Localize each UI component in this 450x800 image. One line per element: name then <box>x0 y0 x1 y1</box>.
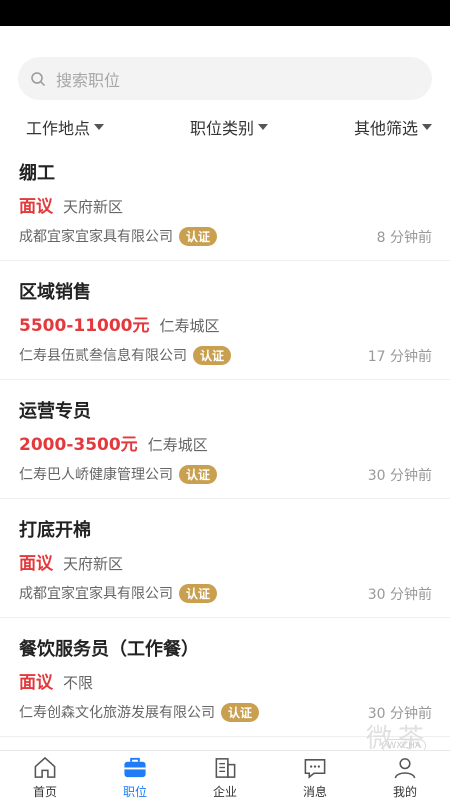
job-card[interactable]: 运营专员 2000-3500元 仁寿城区 仁寿巴人峤健康管理公司 认证 30 分钟前 <box>0 380 450 499</box>
job-time: 30 分钟前 <box>367 587 432 603</box>
status-bar <box>0 0 450 26</box>
job-list: 绷工 面议 天府新区 成都宜家宜家具有限公司 认证 8 分钟前 区域销售 5500-… <box>0 142 450 737</box>
job-company: 成都宜家宜家具有限公司 认证 <box>19 583 218 603</box>
job-district: 天府新区 <box>63 555 124 573</box>
verified-badge: 认证 <box>221 702 260 722</box>
search-placeholder: 搜索职位 <box>56 70 121 90</box>
job-company: 仁寿县伍贰叁信息有限公司 认证 <box>19 345 232 365</box>
dropdown-arrow-icon <box>94 124 105 130</box>
job-company: 仁寿创森文化旅游发展有限公司 认证 <box>19 702 260 722</box>
job-salary: 面议 天府新区 <box>19 554 124 574</box>
job-salary: 面议 天府新区 <box>19 197 124 217</box>
filter-bar: 工作地点 职位类别 其他筛选 <box>0 112 450 142</box>
filter-category[interactable]: 职位类别 <box>190 112 268 142</box>
tab-messages[interactable]: 消息 <box>270 751 360 800</box>
job-district: 不限 <box>63 674 94 692</box>
job-district: 仁寿城区 <box>159 317 220 335</box>
job-title: 餐饮服务员（工作餐） <box>19 639 199 660</box>
filter-label: 职位类别 <box>189 119 254 138</box>
tab-company[interactable]: 企业 <box>180 751 270 800</box>
home-icon <box>34 756 56 778</box>
user-icon <box>394 758 416 779</box>
job-card[interactable]: 打底开棉 面议 天府新区 成都宜家宜家具有限公司 认证 30 分钟前 <box>0 499 450 618</box>
verified-badge: 认证 <box>179 464 218 484</box>
verified-badge: 认证 <box>179 583 218 603</box>
verified-badge: 认证 <box>193 345 232 365</box>
briefcase-icon <box>124 757 146 778</box>
job-time: 17 分钟前 <box>367 349 432 365</box>
tab-home[interactable]: 首页 <box>0 751 90 800</box>
job-salary: 面议 不限 <box>19 673 94 693</box>
job-company: 仁寿巴人峤健康管理公司 认证 <box>19 464 218 484</box>
building-icon <box>215 758 236 778</box>
job-company: 成都宜家宜家具有限公司 认证 <box>19 226 218 246</box>
message-icon <box>304 759 326 779</box>
bottom-tab-bar: 首页 职位 企业 消息 我的 <box>0 750 450 800</box>
job-title: 运营专员 <box>19 401 91 422</box>
job-title: 打底开棉 <box>19 520 91 541</box>
verified-badge: 认证 <box>179 226 218 246</box>
job-card[interactable]: 绷工 面议 天府新区 成都宜家宜家具有限公司 认证 8 分钟前 <box>0 142 450 261</box>
filter-label: 工作地点 <box>26 119 91 138</box>
job-district: 天府新区 <box>63 198 124 216</box>
filter-other[interactable]: 其他筛选 <box>354 112 432 142</box>
job-time: 8 分钟前 <box>376 230 432 246</box>
tab-label: 消息 <box>302 785 327 799</box>
tab-profile[interactable]: 我的 <box>360 751 450 800</box>
job-salary: 2000-3500元 仁寿城区 <box>19 435 208 455</box>
search-icon <box>31 71 46 86</box>
job-district: 仁寿城区 <box>147 436 208 454</box>
job-salary: 5500-11000元 仁寿城区 <box>19 316 220 336</box>
filter-location[interactable]: 工作地点 <box>26 112 105 142</box>
job-title: 绷工 <box>19 163 55 184</box>
filter-label: 其他筛选 <box>353 119 418 138</box>
job-card[interactable]: 区域销售 5500-11000元 仁寿城区 仁寿县伍贰叁信息有限公司 认证 17 分… <box>0 261 450 380</box>
dropdown-arrow-icon <box>421 124 432 130</box>
search-input[interactable]: 搜索职位 <box>18 57 432 100</box>
tab-jobs[interactable]: 职位 <box>90 751 180 800</box>
job-title: 区域销售 <box>19 282 91 303</box>
tab-label: 我的 <box>392 785 417 799</box>
job-time: 30 分钟前 <box>367 468 432 484</box>
tab-label: 企业 <box>212 785 237 799</box>
dropdown-arrow-icon <box>258 124 268 130</box>
tab-label: 职位 <box>122 785 147 799</box>
tab-label: 首页 <box>32 785 57 799</box>
